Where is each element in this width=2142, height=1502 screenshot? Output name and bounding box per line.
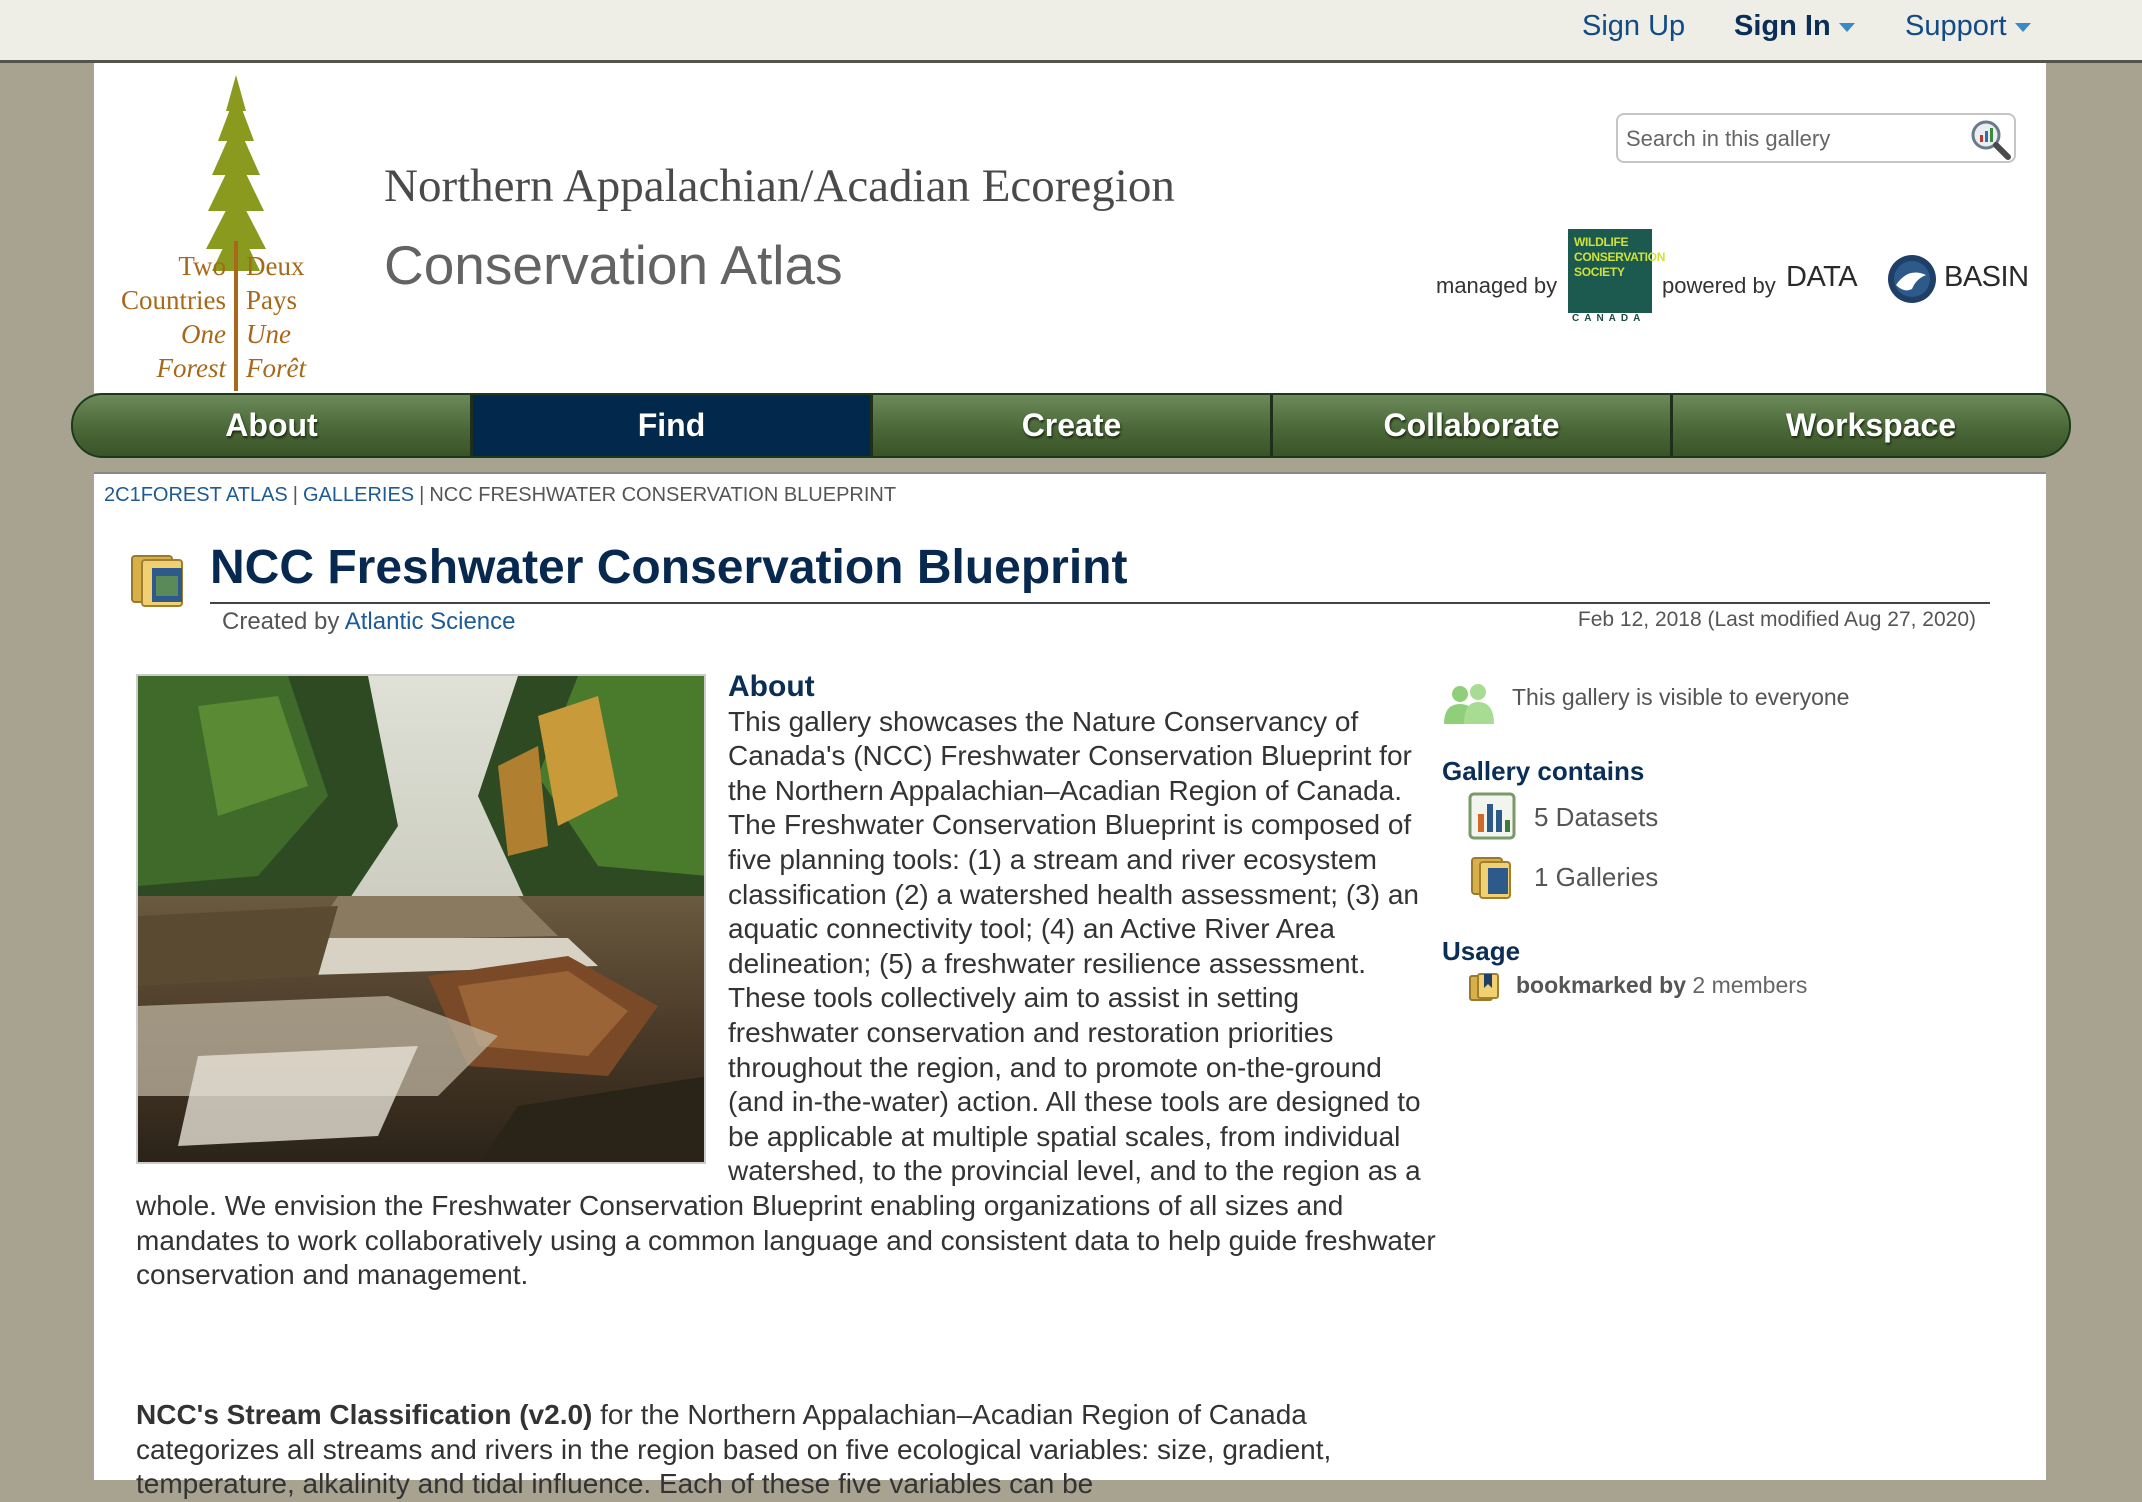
stream-classification-title: NCC's Stream Classification (v2.0) [136, 1399, 593, 1430]
databasin-logo-data: DATA [1786, 261, 1858, 293]
wcs-logo-line1: WILDLIFE [1574, 235, 1629, 249]
wcs-canada-logo[interactable]: WILDLIFE CONSERVATION SOCIETY CANADA [1568, 229, 1665, 325]
top-bar: Sign Up Sign In Support [0, 0, 2142, 63]
people-icon [1444, 684, 1494, 724]
logo-text-pays: Pays [246, 285, 298, 315]
bookmarked-count: 2 members [1692, 972, 1808, 998]
about-description: This gallery showcases the Nature Conser… [136, 670, 1436, 1293]
nav-about[interactable]: About [73, 395, 473, 456]
logo-text-two: Two [178, 251, 226, 281]
nav-workspace[interactable]: Workspace [1673, 395, 2069, 456]
gallery-search [1616, 113, 2016, 163]
site-header: Two Countries One Forest Deux Pays Une F… [94, 63, 2046, 393]
logo-text-one: One [181, 319, 226, 349]
databasin-logo[interactable]: DATA BASIN [1786, 253, 2029, 309]
galleries-count: 1 Galleries [1534, 862, 1659, 892]
powered-by-label: powered by [1662, 273, 1776, 298]
two-countries-logo[interactable]: Two Countries One Forest Deux Pays Une F… [108, 71, 318, 391]
galleries-icon [1471, 857, 1511, 899]
search-icon[interactable] [1968, 117, 2012, 161]
support-label: Support [1905, 10, 2007, 42]
gallery-folder-icon [131, 555, 183, 607]
breadcrumb: 2C1FOREST ATLAS | GALLERIES | NCC FRESHWATER… [104, 484, 897, 506]
logo-text-forest: Forest [156, 353, 227, 383]
sign-in-menu[interactable]: Sign In [1734, 10, 1855, 43]
gallery-page: 2C1FOREST ATLAS | GALLERIES | NCC FRESHWATER… [94, 472, 2046, 1499]
main-nav: About Find Create Collaborate Workspace [71, 393, 2071, 458]
chevron-down-icon [2014, 22, 2031, 32]
page-title: NCC Freshwater Conservation Blueprint [210, 541, 1128, 594]
wcs-logo-line3: SOCIETY [1574, 265, 1625, 279]
stream-classification-text: NCC's Stream Classification (v2.0) for t… [136, 1398, 1446, 1502]
databasin-globe-icon [1888, 255, 1936, 303]
datasets-icon [1468, 792, 1516, 840]
site-title-atlas: Conservation Atlas [384, 234, 843, 296]
logo-text-deux: Deux [246, 251, 305, 281]
wcs-badge: WILDLIFE CONSERVATION SOCIETY [1568, 229, 1665, 313]
chevron-down-icon [1838, 22, 1855, 32]
wcs-logo-country: CANADA [1572, 313, 1646, 324]
author-link[interactable]: Atlantic Science [345, 608, 516, 635]
breadcrumb-galleries[interactable]: GALLERIES [303, 484, 414, 506]
support-menu[interactable]: Support [1905, 10, 2031, 43]
managed-by-label: managed by [1436, 273, 1558, 298]
bookmarked-by[interactable]: bookmarked by 2 members [1516, 972, 1807, 999]
created-by: Created by Atlantic Science [222, 608, 516, 636]
breadcrumb-current: NCC FRESHWATER CONSERVATION BLUEPRINT [429, 484, 897, 506]
databasin-logo-basin: BASIN [1944, 261, 2029, 293]
nav-find[interactable]: Find [473, 395, 873, 456]
visibility-status: This gallery is visible to everyone [1512, 684, 1850, 710]
usage-heading: Usage [1442, 936, 1521, 966]
gallery-dates: Feb 12, 2018 (Last modified Aug 27, 2020… [1577, 608, 1976, 631]
bookmark-icon [1469, 973, 1499, 1001]
bookmarked-by-label: bookmarked by [1516, 972, 1686, 998]
logo-text-countries: Countries [121, 285, 226, 315]
logo-text-une: Une [246, 319, 291, 349]
datasets-count: 5 Datasets [1534, 802, 1659, 832]
logo-text-foret: Forêt [246, 353, 306, 383]
site-title-ecoregion: Northern Appalachian/Acadian Ecoregion [384, 160, 1175, 212]
nav-create[interactable]: Create [873, 395, 1273, 456]
nav-collaborate[interactable]: Collaborate [1273, 395, 1673, 456]
gallery-contains-heading: Gallery contains [1442, 756, 1645, 786]
search-input[interactable] [1624, 121, 1958, 157]
created-by-label: Created by [222, 608, 340, 635]
sign-in-label: Sign In [1734, 10, 1831, 42]
wcs-logo-line2: CONSERVATION [1574, 250, 1666, 264]
breadcrumb-atlas[interactable]: 2C1FOREST ATLAS [104, 484, 288, 506]
sign-up-link[interactable]: Sign Up [1582, 10, 1685, 43]
title-divider [210, 602, 1990, 604]
